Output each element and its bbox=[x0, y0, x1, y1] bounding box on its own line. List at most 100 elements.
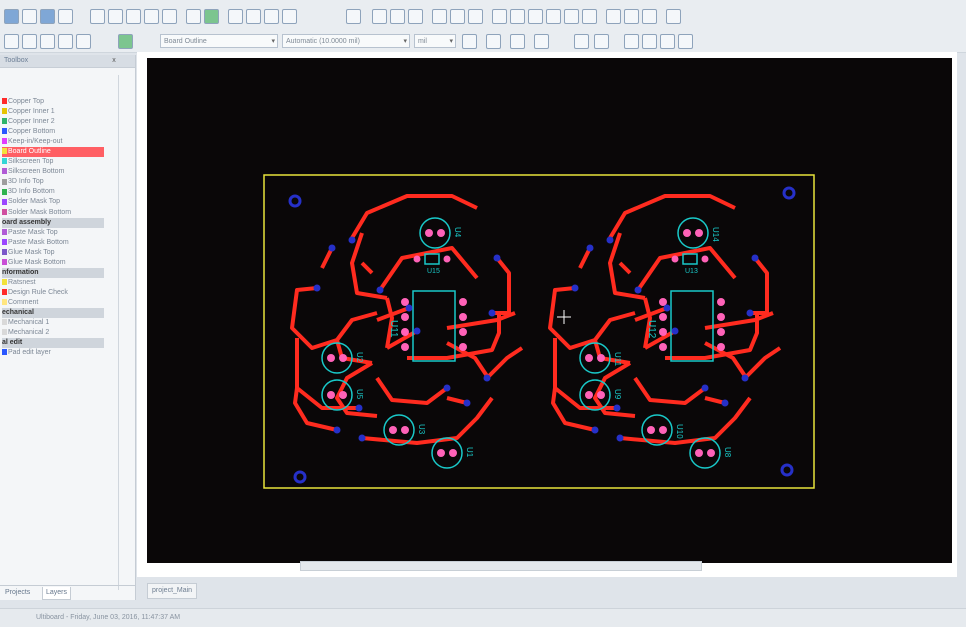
layer-item[interactable]: Copper Inner 1 bbox=[2, 107, 104, 117]
print-icon[interactable] bbox=[58, 9, 73, 24]
layer-item[interactable]: Keep-in/Keep-out bbox=[2, 137, 104, 147]
undo-icon[interactable] bbox=[144, 9, 159, 24]
panel-scrollbar[interactable] bbox=[118, 75, 131, 590]
ic-label: U12 bbox=[646, 320, 657, 339]
layer-item[interactable]: Board Outline bbox=[2, 147, 104, 158]
group-icon[interactable] bbox=[118, 34, 133, 49]
zoom-area-icon[interactable] bbox=[264, 9, 279, 24]
layer-item[interactable]: Mechanical 2 bbox=[2, 328, 104, 338]
align-bottom-icon[interactable] bbox=[58, 34, 73, 49]
layer-item[interactable]: 3D Info Top bbox=[2, 177, 104, 187]
via-icon[interactable] bbox=[546, 9, 561, 24]
via bbox=[663, 304, 671, 312]
align-right-icon[interactable] bbox=[22, 34, 37, 49]
via bbox=[405, 304, 413, 312]
grid-icon[interactable] bbox=[390, 9, 405, 24]
save-icon[interactable] bbox=[40, 9, 55, 24]
rectangle-icon[interactable] bbox=[642, 9, 657, 24]
layer-item[interactable]: Pad edit layer bbox=[2, 348, 104, 358]
layer-group-header: echanical bbox=[2, 307, 104, 319]
flip-icon[interactable] bbox=[624, 34, 639, 49]
layer-item[interactable]: Silkscreen Top bbox=[2, 157, 104, 167]
align-left-icon[interactable] bbox=[4, 34, 19, 49]
layer-color-swatch bbox=[2, 238, 7, 245]
drc-icon[interactable] bbox=[510, 9, 525, 24]
layer-item[interactable]: Ratsnest bbox=[2, 278, 104, 288]
layer-list: Copper Top Copper Inner 1 Copper Inner 2 Co… bbox=[2, 97, 104, 358]
layer-item[interactable]: 3D Info Bottom bbox=[2, 187, 104, 197]
connect-icon[interactable] bbox=[564, 9, 579, 24]
database-icon[interactable] bbox=[372, 9, 387, 24]
cut-icon[interactable] bbox=[90, 9, 105, 24]
open-folder-icon[interactable] bbox=[22, 9, 37, 24]
copy-icon[interactable] bbox=[108, 9, 123, 24]
place-icon[interactable] bbox=[450, 9, 465, 24]
via bbox=[333, 426, 341, 434]
document-tab[interactable]: project_Main bbox=[147, 583, 198, 599]
copper-area-icon[interactable] bbox=[528, 9, 543, 24]
layer-color-swatch bbox=[2, 198, 7, 205]
layer-select[interactable]: Board Outline ▾ bbox=[160, 34, 278, 48]
text-icon[interactable] bbox=[606, 9, 621, 24]
zoom-fit-icon[interactable] bbox=[282, 9, 297, 24]
layer-item[interactable]: Paste Mask Bottom bbox=[2, 238, 104, 248]
diode-pad bbox=[701, 255, 709, 263]
new-file-icon[interactable] bbox=[4, 9, 19, 24]
align-top-icon[interactable] bbox=[40, 34, 55, 49]
dimension-icon[interactable] bbox=[624, 9, 639, 24]
rotate-icon[interactable] bbox=[642, 34, 657, 49]
layer-item[interactable]: Design Rule Check bbox=[2, 288, 104, 298]
via bbox=[358, 434, 366, 442]
layer-color-swatch bbox=[2, 168, 7, 175]
via bbox=[746, 309, 754, 317]
measure-icon[interactable] bbox=[582, 9, 597, 24]
layer-item[interactable]: Glue Mask Bottom bbox=[2, 258, 104, 268]
netlist-icon[interactable] bbox=[408, 9, 423, 24]
layer-item[interactable]: Copper Inner 2 bbox=[2, 117, 104, 127]
layer-label: nformation bbox=[2, 268, 39, 276]
hand-icon[interactable] bbox=[186, 9, 201, 24]
paste-icon[interactable] bbox=[126, 9, 141, 24]
swap-icon[interactable] bbox=[678, 34, 693, 49]
tab-projects[interactable]: Projects bbox=[2, 587, 33, 599]
layer-item[interactable]: Copper Bottom bbox=[2, 127, 104, 137]
left-circuit: U11 U15 U4 U2 U5 U3 U1 bbox=[290, 194, 524, 469]
layer-item[interactable]: Solder Mask Top bbox=[2, 197, 104, 207]
fullscreen-icon[interactable] bbox=[204, 9, 219, 24]
unlock-icon[interactable] bbox=[594, 34, 609, 49]
horizontal-scrollbar[interactable] bbox=[300, 561, 702, 571]
pen-icon[interactable] bbox=[510, 34, 525, 49]
grid-select[interactable]: Automatic (10.0000 mil) ▾ bbox=[282, 34, 410, 48]
layer-color-swatch bbox=[2, 118, 7, 125]
mirror-icon[interactable] bbox=[660, 34, 675, 49]
layer-item[interactable]: Glue Mask Top bbox=[2, 248, 104, 258]
route-icon[interactable] bbox=[432, 9, 447, 24]
layer-color-swatch bbox=[2, 98, 7, 105]
layer-item[interactable]: Silkscreen Bottom bbox=[2, 167, 104, 177]
layer-item[interactable]: Mechanical 1 bbox=[2, 318, 104, 328]
redo-icon[interactable] bbox=[162, 9, 177, 24]
layer-item[interactable]: Copper Top bbox=[2, 97, 104, 107]
line-style-icon[interactable] bbox=[462, 34, 477, 49]
diode-label: U15 bbox=[427, 268, 440, 275]
pcb-canvas[interactable]: U11 U15 U4 U2 U5 U3 U1 U12 U13 U14 U11 U9 U10 U8 bbox=[147, 58, 952, 563]
ic-pad bbox=[401, 313, 409, 321]
tab-layers[interactable]: Layers bbox=[42, 587, 72, 600]
via bbox=[616, 434, 624, 442]
autoroute-icon[interactable] bbox=[468, 9, 483, 24]
select-icon[interactable] bbox=[346, 9, 361, 24]
layer-group-header: nformation bbox=[2, 267, 104, 278]
close-icon[interactable]: x bbox=[109, 55, 119, 67]
zoom-in-icon[interactable] bbox=[228, 9, 243, 24]
layer-item[interactable]: Solder Mask Bottom bbox=[2, 208, 104, 218]
layer-item[interactable]: Comment bbox=[2, 298, 104, 308]
trace-icon[interactable] bbox=[492, 9, 507, 24]
help-icon[interactable] bbox=[666, 9, 681, 24]
line-width-icon[interactable] bbox=[534, 34, 549, 49]
layer-item[interactable]: Paste Mask Top bbox=[2, 228, 104, 238]
lock-icon[interactable] bbox=[574, 34, 589, 49]
unit-select[interactable]: mil ▾ bbox=[414, 34, 456, 48]
zoom-out-icon[interactable] bbox=[246, 9, 261, 24]
fill-icon[interactable] bbox=[486, 34, 501, 49]
distribute-icon[interactable] bbox=[76, 34, 91, 49]
